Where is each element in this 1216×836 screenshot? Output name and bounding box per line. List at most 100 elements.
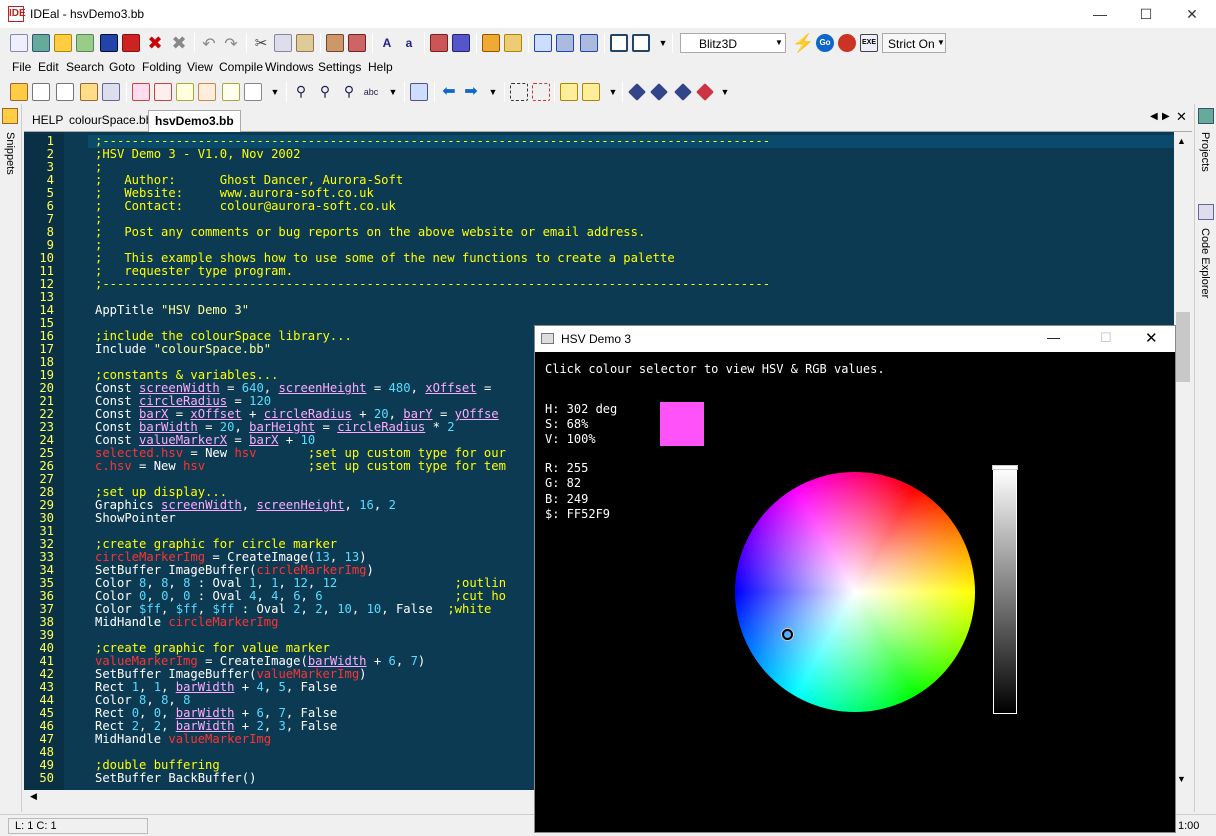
forward-arrow-icon[interactable]: ➡ bbox=[462, 83, 480, 101]
save-all-icon[interactable] bbox=[122, 34, 140, 52]
replace-icon[interactable]: abc bbox=[362, 83, 380, 101]
menu-settings[interactable]: Settings bbox=[318, 60, 361, 74]
tool-b-icon[interactable] bbox=[650, 83, 668, 101]
find-next-icon[interactable]: ⚲ bbox=[316, 83, 334, 101]
code-explorer-tab[interactable]: Code Explorer bbox=[1199, 228, 1211, 298]
paste-icon[interactable] bbox=[296, 34, 314, 52]
save-icon[interactable] bbox=[100, 34, 118, 52]
editor-vertical-scrollbar[interactable]: ▲ ▼ bbox=[1174, 132, 1192, 790]
close-all-icon[interactable]: ✖ bbox=[170, 34, 188, 52]
projects-tab[interactable]: Projects bbox=[1199, 132, 1211, 172]
toggle-output-icon[interactable] bbox=[56, 83, 74, 101]
build-exe-icon[interactable]: EXE bbox=[860, 34, 878, 52]
find-replace-icon[interactable]: ⚲ bbox=[340, 83, 358, 101]
scroll-down-icon[interactable]: ▼ bbox=[1177, 774, 1186, 784]
bookmark-prev-icon[interactable] bbox=[176, 83, 194, 101]
toggle-panel-icon[interactable] bbox=[32, 83, 50, 101]
print-preview-icon[interactable] bbox=[348, 34, 366, 52]
copy-icon[interactable] bbox=[274, 34, 292, 52]
cut-icon[interactable]: ✂ bbox=[252, 34, 270, 52]
tool-a-icon[interactable] bbox=[628, 83, 646, 101]
bookmark-clear-icon[interactable] bbox=[198, 83, 216, 101]
compiler-select[interactable]: Blitz3D ▼ bbox=[680, 33, 786, 53]
scroll-up-icon[interactable]: ▲ bbox=[1177, 136, 1186, 146]
circle-marker[interactable] bbox=[782, 629, 793, 640]
maximize-icon[interactable]: ☐ bbox=[1123, 0, 1169, 28]
hsv-demo-window[interactable]: HSV Demo 3 — ☐ ✕ Click colour selector t… bbox=[534, 325, 1176, 833]
tool-d-icon[interactable] bbox=[696, 83, 714, 101]
indent-icon[interactable] bbox=[430, 34, 448, 52]
dropdown-arrow-icon[interactable]: ▼ bbox=[604, 83, 622, 101]
comment-icon[interactable] bbox=[482, 34, 500, 52]
dropdown-arrow-icon[interactable]: ▼ bbox=[266, 83, 284, 101]
toggle-projects-icon[interactable] bbox=[80, 83, 98, 101]
print-icon[interactable] bbox=[326, 34, 344, 52]
strict-mode-select[interactable]: Strict On ▼ bbox=[882, 33, 946, 53]
menu-help[interactable]: Help bbox=[368, 60, 393, 74]
new-project-icon[interactable] bbox=[32, 34, 50, 52]
outdent-block-icon[interactable] bbox=[582, 83, 600, 101]
compile-run-icon[interactable]: ⚡ bbox=[792, 34, 814, 52]
block-icon[interactable] bbox=[534, 34, 552, 52]
close-icon[interactable]: ✕ bbox=[1145, 329, 1158, 347]
open-project-icon[interactable] bbox=[76, 34, 94, 52]
debug-icon[interactable] bbox=[838, 34, 856, 52]
tab-colourspace[interactable]: colourSpace.bb bbox=[69, 113, 152, 127]
tab-scroll-left-icon[interactable]: ◀ bbox=[1150, 111, 1158, 122]
outdent-icon[interactable] bbox=[452, 34, 470, 52]
fold-all-icon[interactable] bbox=[556, 34, 574, 52]
indent-block-icon[interactable] bbox=[560, 83, 578, 101]
value-bar[interactable] bbox=[992, 465, 1018, 714]
unfold-all-icon[interactable] bbox=[580, 34, 598, 52]
close-icon[interactable]: ✕ bbox=[1169, 0, 1215, 28]
tab-scroll-right-icon[interactable]: ▶ bbox=[1162, 111, 1170, 122]
dropdown-arrow-icon[interactable]: ▼ bbox=[484, 83, 502, 101]
maximize-icon[interactable]: ☐ bbox=[1100, 330, 1112, 346]
tab-help[interactable]: HELP bbox=[32, 113, 63, 127]
minimize-icon[interactable]: — bbox=[1077, 0, 1123, 28]
dropdown-arrow-icon[interactable]: ▼ bbox=[716, 83, 734, 101]
menu-compile[interactable]: Compile bbox=[219, 60, 263, 74]
dropdown-arrow-icon[interactable]: ▼ bbox=[384, 83, 402, 101]
go-icon[interactable]: Go bbox=[816, 34, 834, 52]
split-vertical-icon[interactable] bbox=[632, 34, 650, 52]
menu-edit[interactable]: Edit bbox=[38, 60, 59, 74]
split-horizontal-icon[interactable] bbox=[610, 34, 628, 52]
back-arrow-icon[interactable]: ⬅ bbox=[440, 83, 458, 101]
menu-folding[interactable]: Folding bbox=[142, 60, 181, 74]
uncomment-icon[interactable] bbox=[504, 34, 522, 52]
lowercase-icon[interactable]: a bbox=[400, 34, 418, 52]
find-icon[interactable]: ⚲ bbox=[292, 83, 310, 101]
new-file-icon[interactable] bbox=[10, 34, 28, 52]
split-dropdown-icon[interactable]: ▼ bbox=[654, 34, 672, 52]
snippets-tab[interactable]: Snippets bbox=[4, 132, 16, 175]
bookmark-next-icon[interactable] bbox=[154, 83, 172, 101]
scroll-thumb[interactable] bbox=[1176, 312, 1190, 382]
bookmark-menu-icon[interactable] bbox=[244, 83, 262, 101]
scroll-left-icon[interactable]: ◀ bbox=[30, 791, 37, 802]
tab-hsvdemo3[interactable]: hsvDemo3.bb bbox=[148, 110, 241, 132]
select-column-icon[interactable] bbox=[532, 83, 550, 101]
menu-goto[interactable]: Goto bbox=[109, 60, 135, 74]
select-block-icon[interactable] bbox=[510, 83, 528, 101]
redo-icon[interactable]: ↷ bbox=[222, 34, 240, 53]
menu-search[interactable]: Search bbox=[66, 60, 104, 74]
menu-windows[interactable]: Windows bbox=[265, 60, 314, 74]
toggle-explorer-icon[interactable] bbox=[102, 83, 120, 101]
bookmark-list-icon[interactable] bbox=[222, 83, 240, 101]
bookmark-icon[interactable] bbox=[132, 83, 150, 101]
close-file-icon[interactable]: ✖ bbox=[146, 34, 164, 52]
toggle-snippets-icon[interactable] bbox=[10, 83, 28, 101]
minimize-icon[interactable]: — bbox=[1047, 330, 1060, 345]
value-marker[interactable] bbox=[992, 465, 1018, 470]
menu-view[interactable]: View bbox=[187, 60, 213, 74]
goto-line-icon[interactable] bbox=[410, 83, 428, 101]
menu-file[interactable]: File bbox=[12, 60, 31, 74]
tab-close-icon[interactable]: ✕ bbox=[1176, 109, 1187, 125]
undo-icon[interactable]: ↶ bbox=[200, 34, 218, 53]
uppercase-icon[interactable]: A bbox=[378, 34, 396, 52]
open-folder-icon[interactable] bbox=[54, 34, 72, 52]
tool-c-icon[interactable] bbox=[674, 83, 692, 101]
